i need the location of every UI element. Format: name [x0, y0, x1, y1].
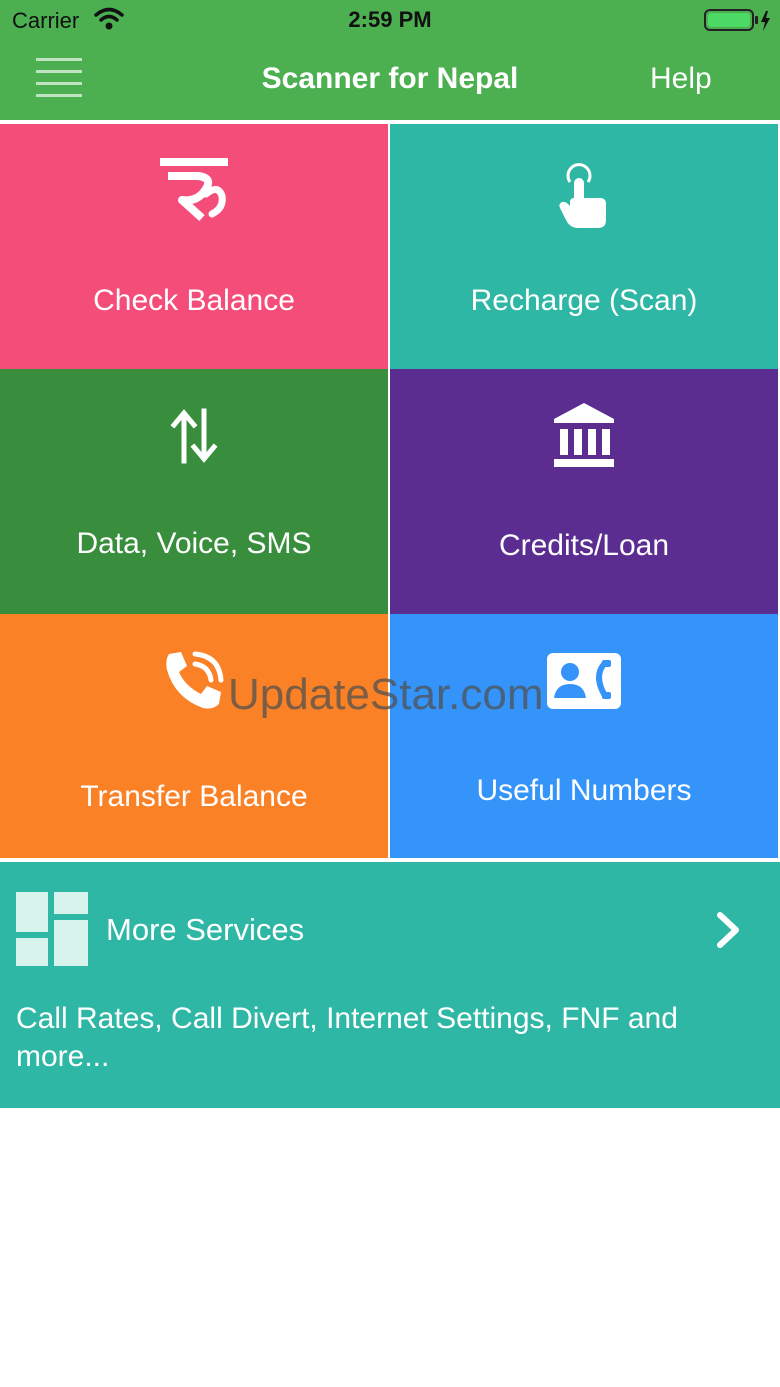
- top-bar: Carrier 2:59 PM Scanner for Nepal Help: [0, 0, 780, 120]
- useful-numbers-label: Useful Numbers: [476, 774, 692, 807]
- check-balance-label: Check Balance: [93, 284, 295, 317]
- tap-finger-icon: [556, 162, 612, 237]
- credits-loan-label: Credits/Loan: [498, 529, 670, 562]
- phone-call-icon: [163, 650, 225, 717]
- transfer-balance-tile[interactable]: Transfer Balance: [0, 614, 388, 858]
- check-balance-tile[interactable]: Check Balance: [0, 124, 388, 369]
- data-voice-sms-label: Data, Voice, SMS: [76, 527, 312, 560]
- up-down-arrows-icon: [170, 407, 218, 470]
- more-services-card[interactable]: More Services Call Rates, Call Divert, I…: [0, 862, 780, 1108]
- help-button[interactable]: Help: [650, 62, 712, 96]
- clock: 2:59 PM: [348, 7, 432, 32]
- status-bar: Carrier 2:59 PM: [0, 0, 780, 40]
- contact-card-icon: [546, 652, 622, 715]
- recharge-scan-tile[interactable]: Recharge (Scan): [390, 124, 778, 369]
- recharge-scan-label: Recharge (Scan): [470, 284, 698, 317]
- useful-numbers-tile[interactable]: Useful Numbers: [390, 614, 778, 858]
- data-voice-sms-tile[interactable]: Data, Voice, SMS: [0, 369, 388, 614]
- battery-icon: [704, 9, 774, 38]
- transfer-balance-label: Transfer Balance: [80, 780, 308, 813]
- dashboard-grid-icon: [16, 892, 90, 966]
- credits-loan-tile[interactable]: Credits/Loan: [390, 369, 778, 614]
- more-services-title: More Services: [106, 912, 305, 947]
- more-services-description: Call Rates, Call Divert, Internet Settin…: [16, 1002, 678, 1073]
- rupee-icon: [158, 154, 230, 231]
- bank-icon: [552, 401, 616, 474]
- chevron-right-icon[interactable]: [712, 910, 742, 955]
